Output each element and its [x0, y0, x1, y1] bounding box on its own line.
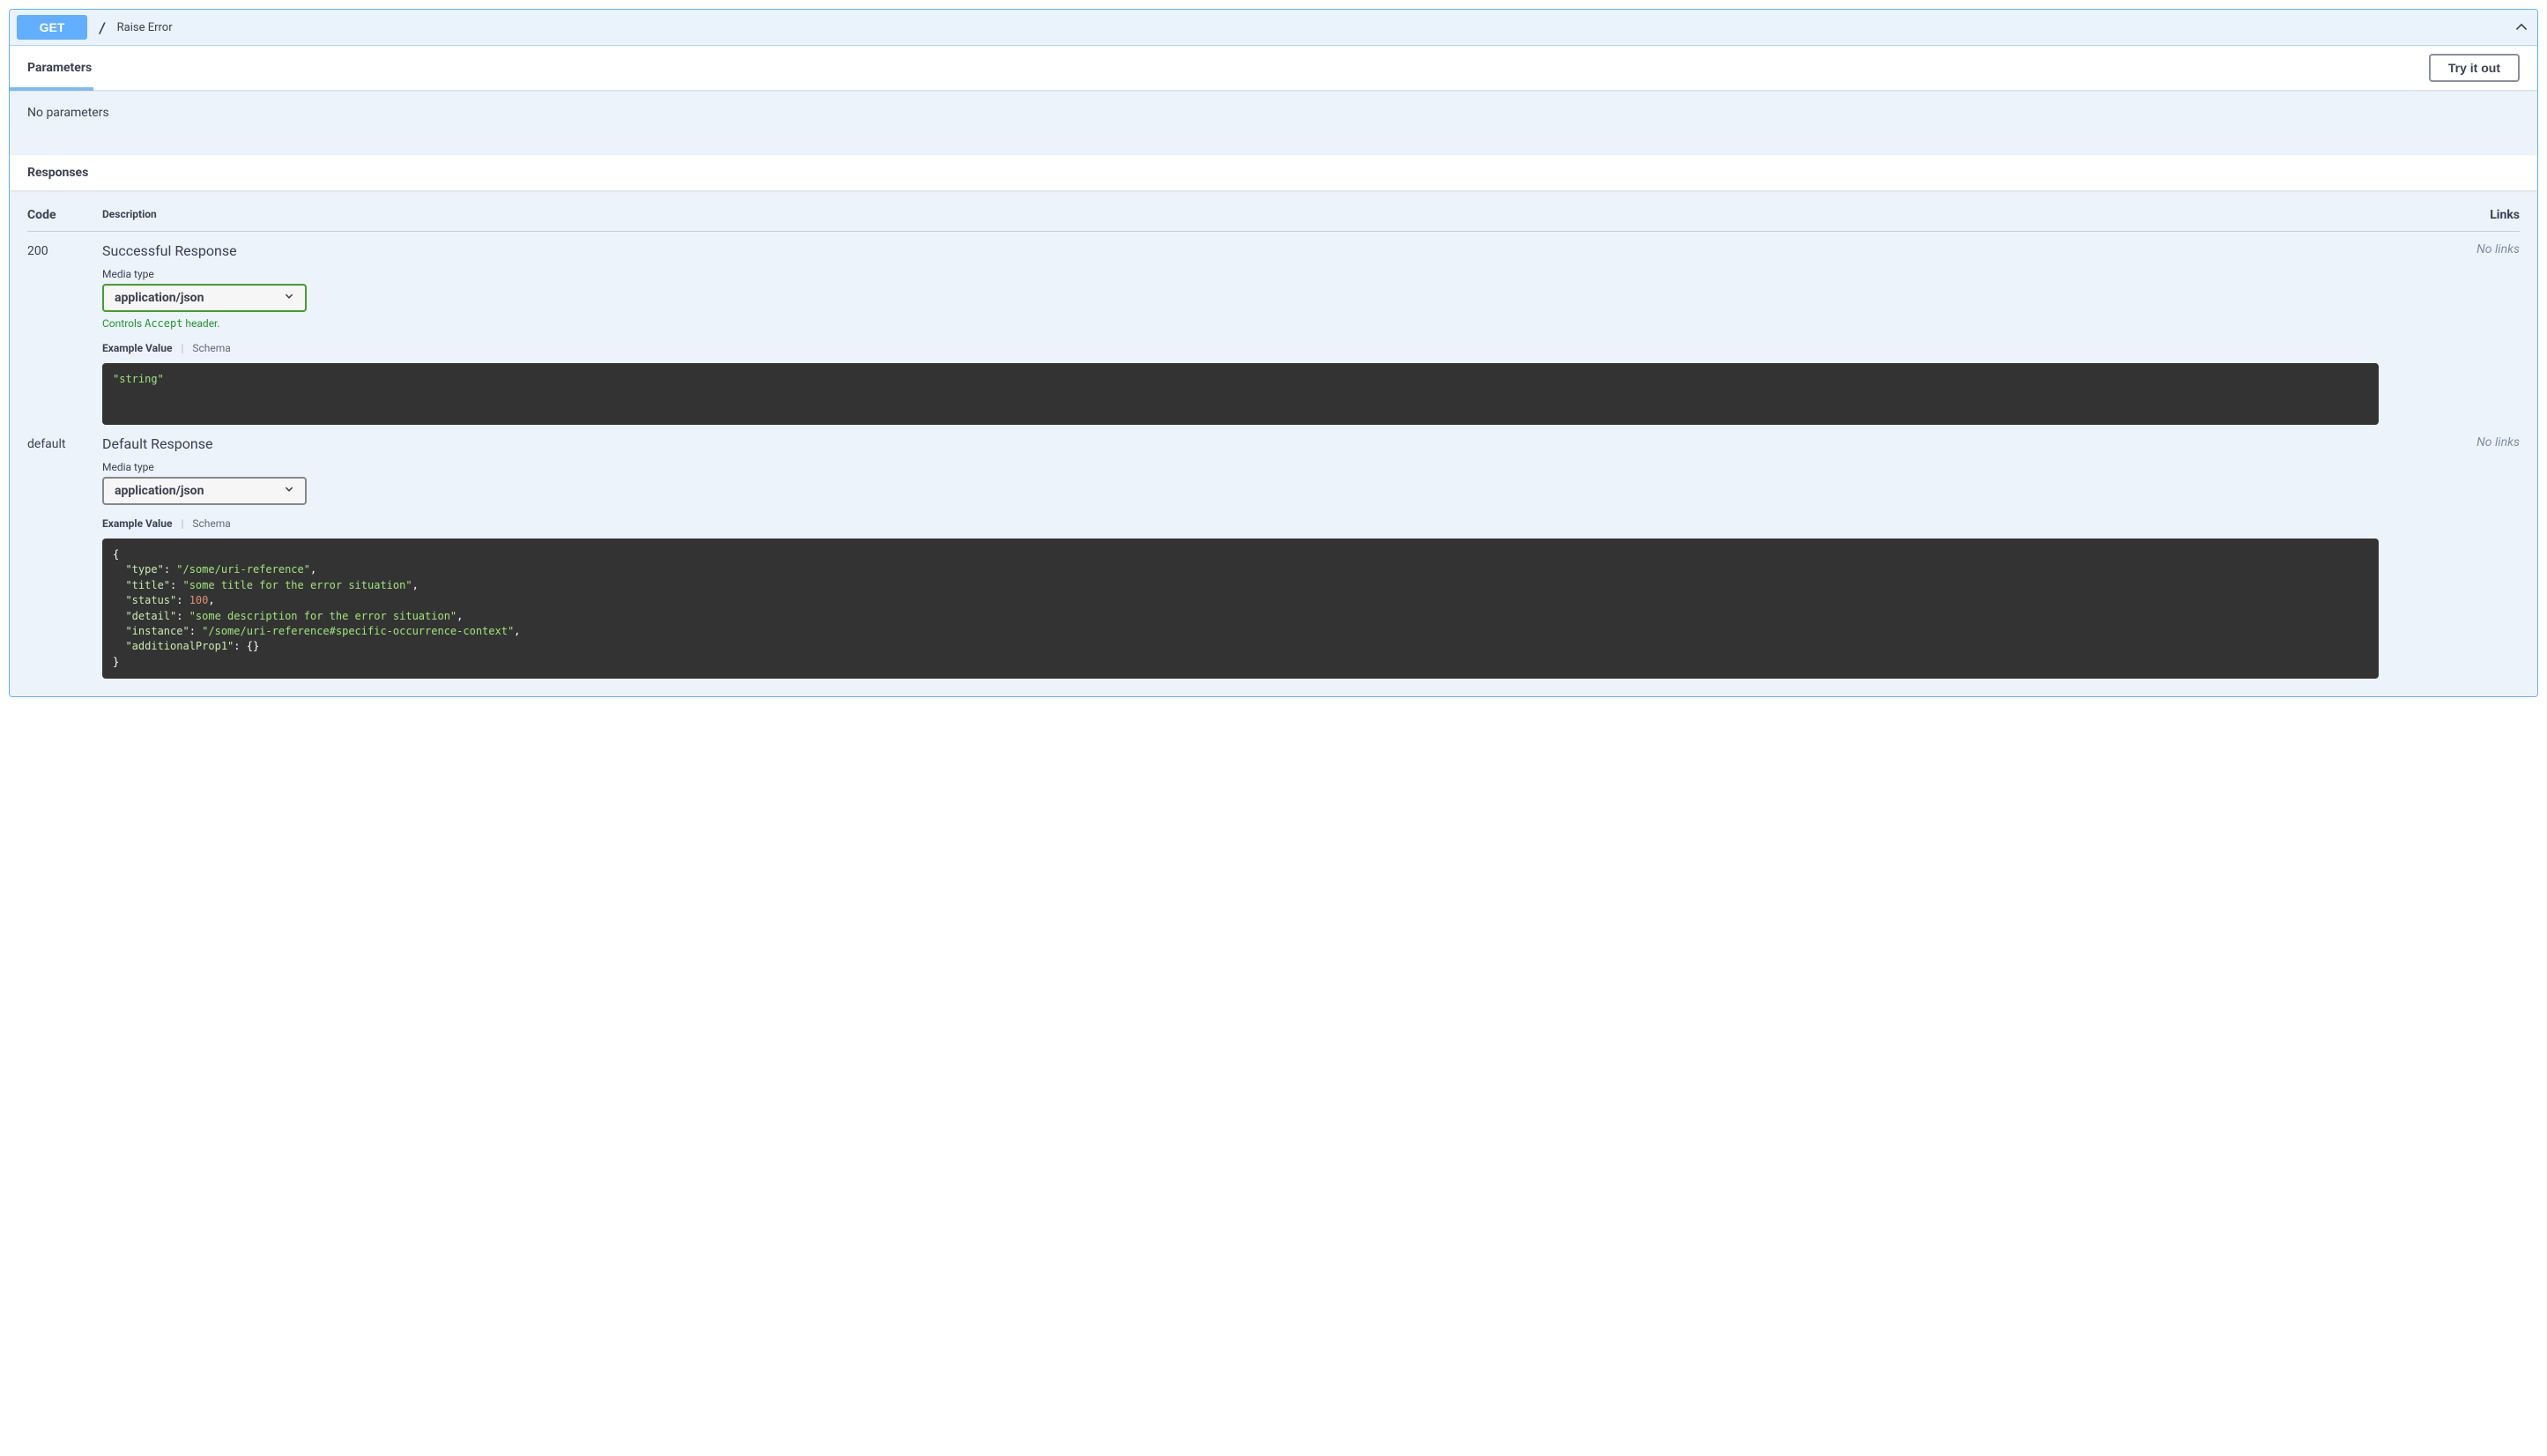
col-header-links: Links — [2449, 208, 2520, 222]
media-type-value: application/json — [115, 291, 204, 305]
responses-title: Responses — [27, 166, 88, 180]
tab-separator: | — [181, 342, 183, 354]
response-links: No links — [2449, 242, 2520, 425]
accept-header-note: Controls Accept header. — [102, 317, 2449, 330]
col-header-description: Description — [102, 208, 2449, 222]
operation-path: / — [87, 19, 117, 36]
accept-note-post: header. — [182, 317, 219, 330]
responses-header: Responses — [10, 155, 2537, 190]
parameters-title: Parameters — [27, 54, 92, 82]
tab-example-value[interactable]: Example Value — [102, 517, 172, 530]
chevron-down-icon — [284, 291, 294, 305]
operation-block: GET / Raise Error Parameters Try it out … — [9, 9, 2538, 697]
response-links: No links — [2449, 435, 2520, 679]
operation-summary[interactable]: GET / Raise Error — [10, 10, 2537, 46]
tab-example-value[interactable]: Example Value — [102, 342, 172, 354]
response-row: 200 Successful Response Media type appli… — [27, 232, 2520, 425]
example-code-block: { "type": "/some/uri-reference", "title"… — [102, 539, 2379, 679]
model-example-tabs: Example Value | Schema — [102, 342, 2449, 354]
parameters-tab: Parameters — [27, 54, 92, 82]
parameters-tab-underline — [10, 87, 93, 91]
media-type-label: Media type — [102, 268, 2449, 280]
response-code: default — [27, 435, 102, 679]
model-example-tabs: Example Value | Schema — [102, 517, 2449, 530]
http-method-badge: GET — [17, 15, 87, 40]
operation-summary-text: Raise Error — [117, 21, 2513, 34]
responses-table-header: Code Description Links — [27, 208, 2520, 232]
no-parameters-text: No parameters — [27, 106, 109, 120]
example-string-value: "string" — [113, 373, 164, 385]
try-it-out-button[interactable]: Try it out — [2429, 54, 2520, 82]
response-description: Successful Response — [102, 242, 2449, 259]
response-body: Default Response Media type application/… — [102, 435, 2449, 679]
response-description: Default Response — [102, 435, 2449, 452]
accept-note-code: Accept — [145, 317, 182, 330]
accept-note-pre: Controls — [102, 317, 145, 330]
media-type-label: Media type — [102, 461, 2449, 473]
chevron-up-icon[interactable] — [2513, 19, 2530, 36]
tab-schema[interactable]: Schema — [192, 342, 230, 354]
response-body: Successful Response Media type applicati… — [102, 242, 2449, 425]
response-code: 200 — [27, 242, 102, 425]
media-type-select[interactable]: application/json — [102, 477, 307, 505]
tab-schema[interactable]: Schema — [192, 517, 230, 530]
example-code-block: "string" — [102, 363, 2379, 425]
responses-table: Code Description Links 200 Successful Re… — [10, 190, 2537, 696]
col-header-code: Code — [27, 208, 102, 222]
chevron-down-icon — [284, 484, 294, 498]
response-row: default Default Response Media type appl… — [27, 425, 2520, 679]
media-type-value: application/json — [115, 484, 204, 498]
tab-separator: | — [181, 517, 183, 530]
parameters-container: No parameters — [10, 90, 2537, 155]
media-type-select[interactable]: application/json — [102, 284, 307, 312]
operation-body: Parameters Try it out No parameters Resp… — [10, 46, 2537, 696]
parameters-header: Parameters Try it out — [10, 46, 2537, 90]
